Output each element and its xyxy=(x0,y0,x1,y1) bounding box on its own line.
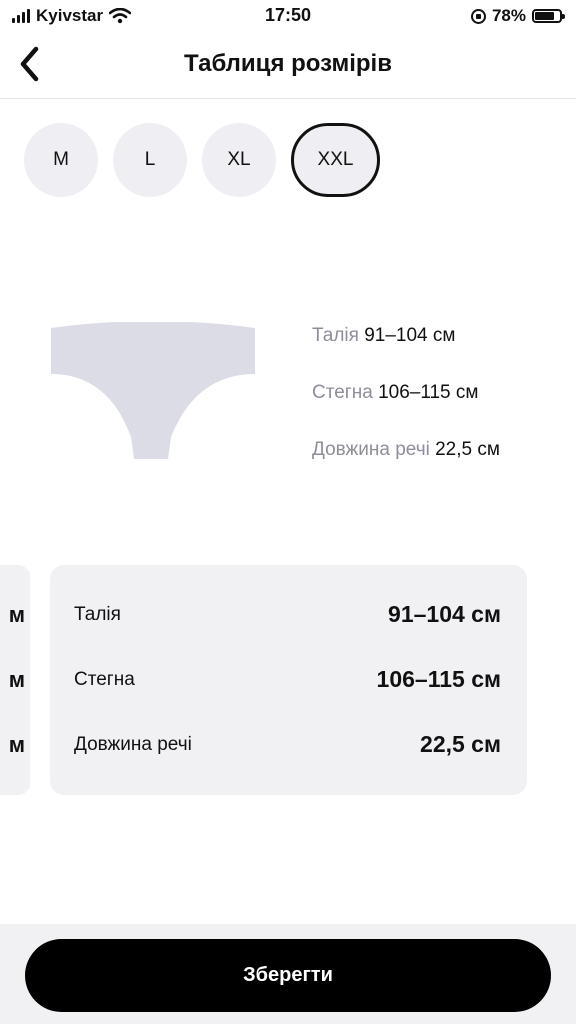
measure-label: Стегна xyxy=(312,382,373,403)
measurements-summary: Талія 91–104 см Стегна 106–115 см Довжин… xyxy=(312,325,500,496)
card-row-label: Талія xyxy=(74,603,121,625)
card-row-waist: Талія 91–104 см xyxy=(74,601,501,628)
size-label: XXL xyxy=(317,149,354,170)
card-peek-text: м xyxy=(8,667,25,692)
footer: Зберегти xyxy=(0,924,576,1024)
battery-icon xyxy=(532,9,565,23)
measure-value: 106–115 см xyxy=(378,382,479,403)
card-row-hips: Стегна 106–115 см xyxy=(74,666,501,693)
page-title: Таблиця розмірів xyxy=(184,50,392,77)
size-label: L xyxy=(144,149,156,170)
rotation-lock-icon xyxy=(470,8,486,24)
card-row-label: Довжина речі xyxy=(74,733,192,755)
previous-size-card[interactable]: м м м xyxy=(0,565,30,795)
size-label: XL xyxy=(227,149,251,170)
measure-hips: Стегна 106–115 см xyxy=(312,382,500,439)
size-option-m[interactable]: M xyxy=(24,123,98,197)
status-bar: Kyivstar 17:50 78% xyxy=(0,0,576,34)
card-row-length: Довжина речі 22,5 см xyxy=(74,731,501,758)
card-row-label: Стегна xyxy=(74,668,135,690)
measure-label: Довжина речі xyxy=(312,439,430,460)
briefs-icon xyxy=(51,322,255,459)
size-label: M xyxy=(53,149,69,170)
measure-value: 22,5 см xyxy=(435,439,500,460)
measure-label: Талія xyxy=(312,325,359,346)
card-row-value: 106–115 см xyxy=(376,666,501,692)
size-option-l[interactable]: L xyxy=(113,123,187,197)
size-details-card[interactable]: Талія 91–104 см Стегна 106–115 см Довжин… xyxy=(50,565,527,795)
measure-length: Довжина речі 22,5 см xyxy=(312,439,500,496)
card-peek-text: м xyxy=(8,732,25,757)
battery-percent: 78% xyxy=(491,6,526,25)
size-option-xxl[interactable]: XXL xyxy=(291,123,380,197)
nav-bar: Таблиця розмірів xyxy=(0,34,576,99)
save-button[interactable]: Зберегти xyxy=(25,939,551,1012)
card-row-value: 22,5 см xyxy=(420,731,501,757)
card-row-value: 91–104 см xyxy=(388,601,501,627)
size-option-xl[interactable]: XL xyxy=(202,123,276,197)
card-peek-text: м xyxy=(8,602,25,627)
size-selector: M L XL XXL xyxy=(24,123,380,197)
measure-waist: Талія 91–104 см xyxy=(312,325,500,382)
measure-value: 91–104 см xyxy=(364,325,456,346)
